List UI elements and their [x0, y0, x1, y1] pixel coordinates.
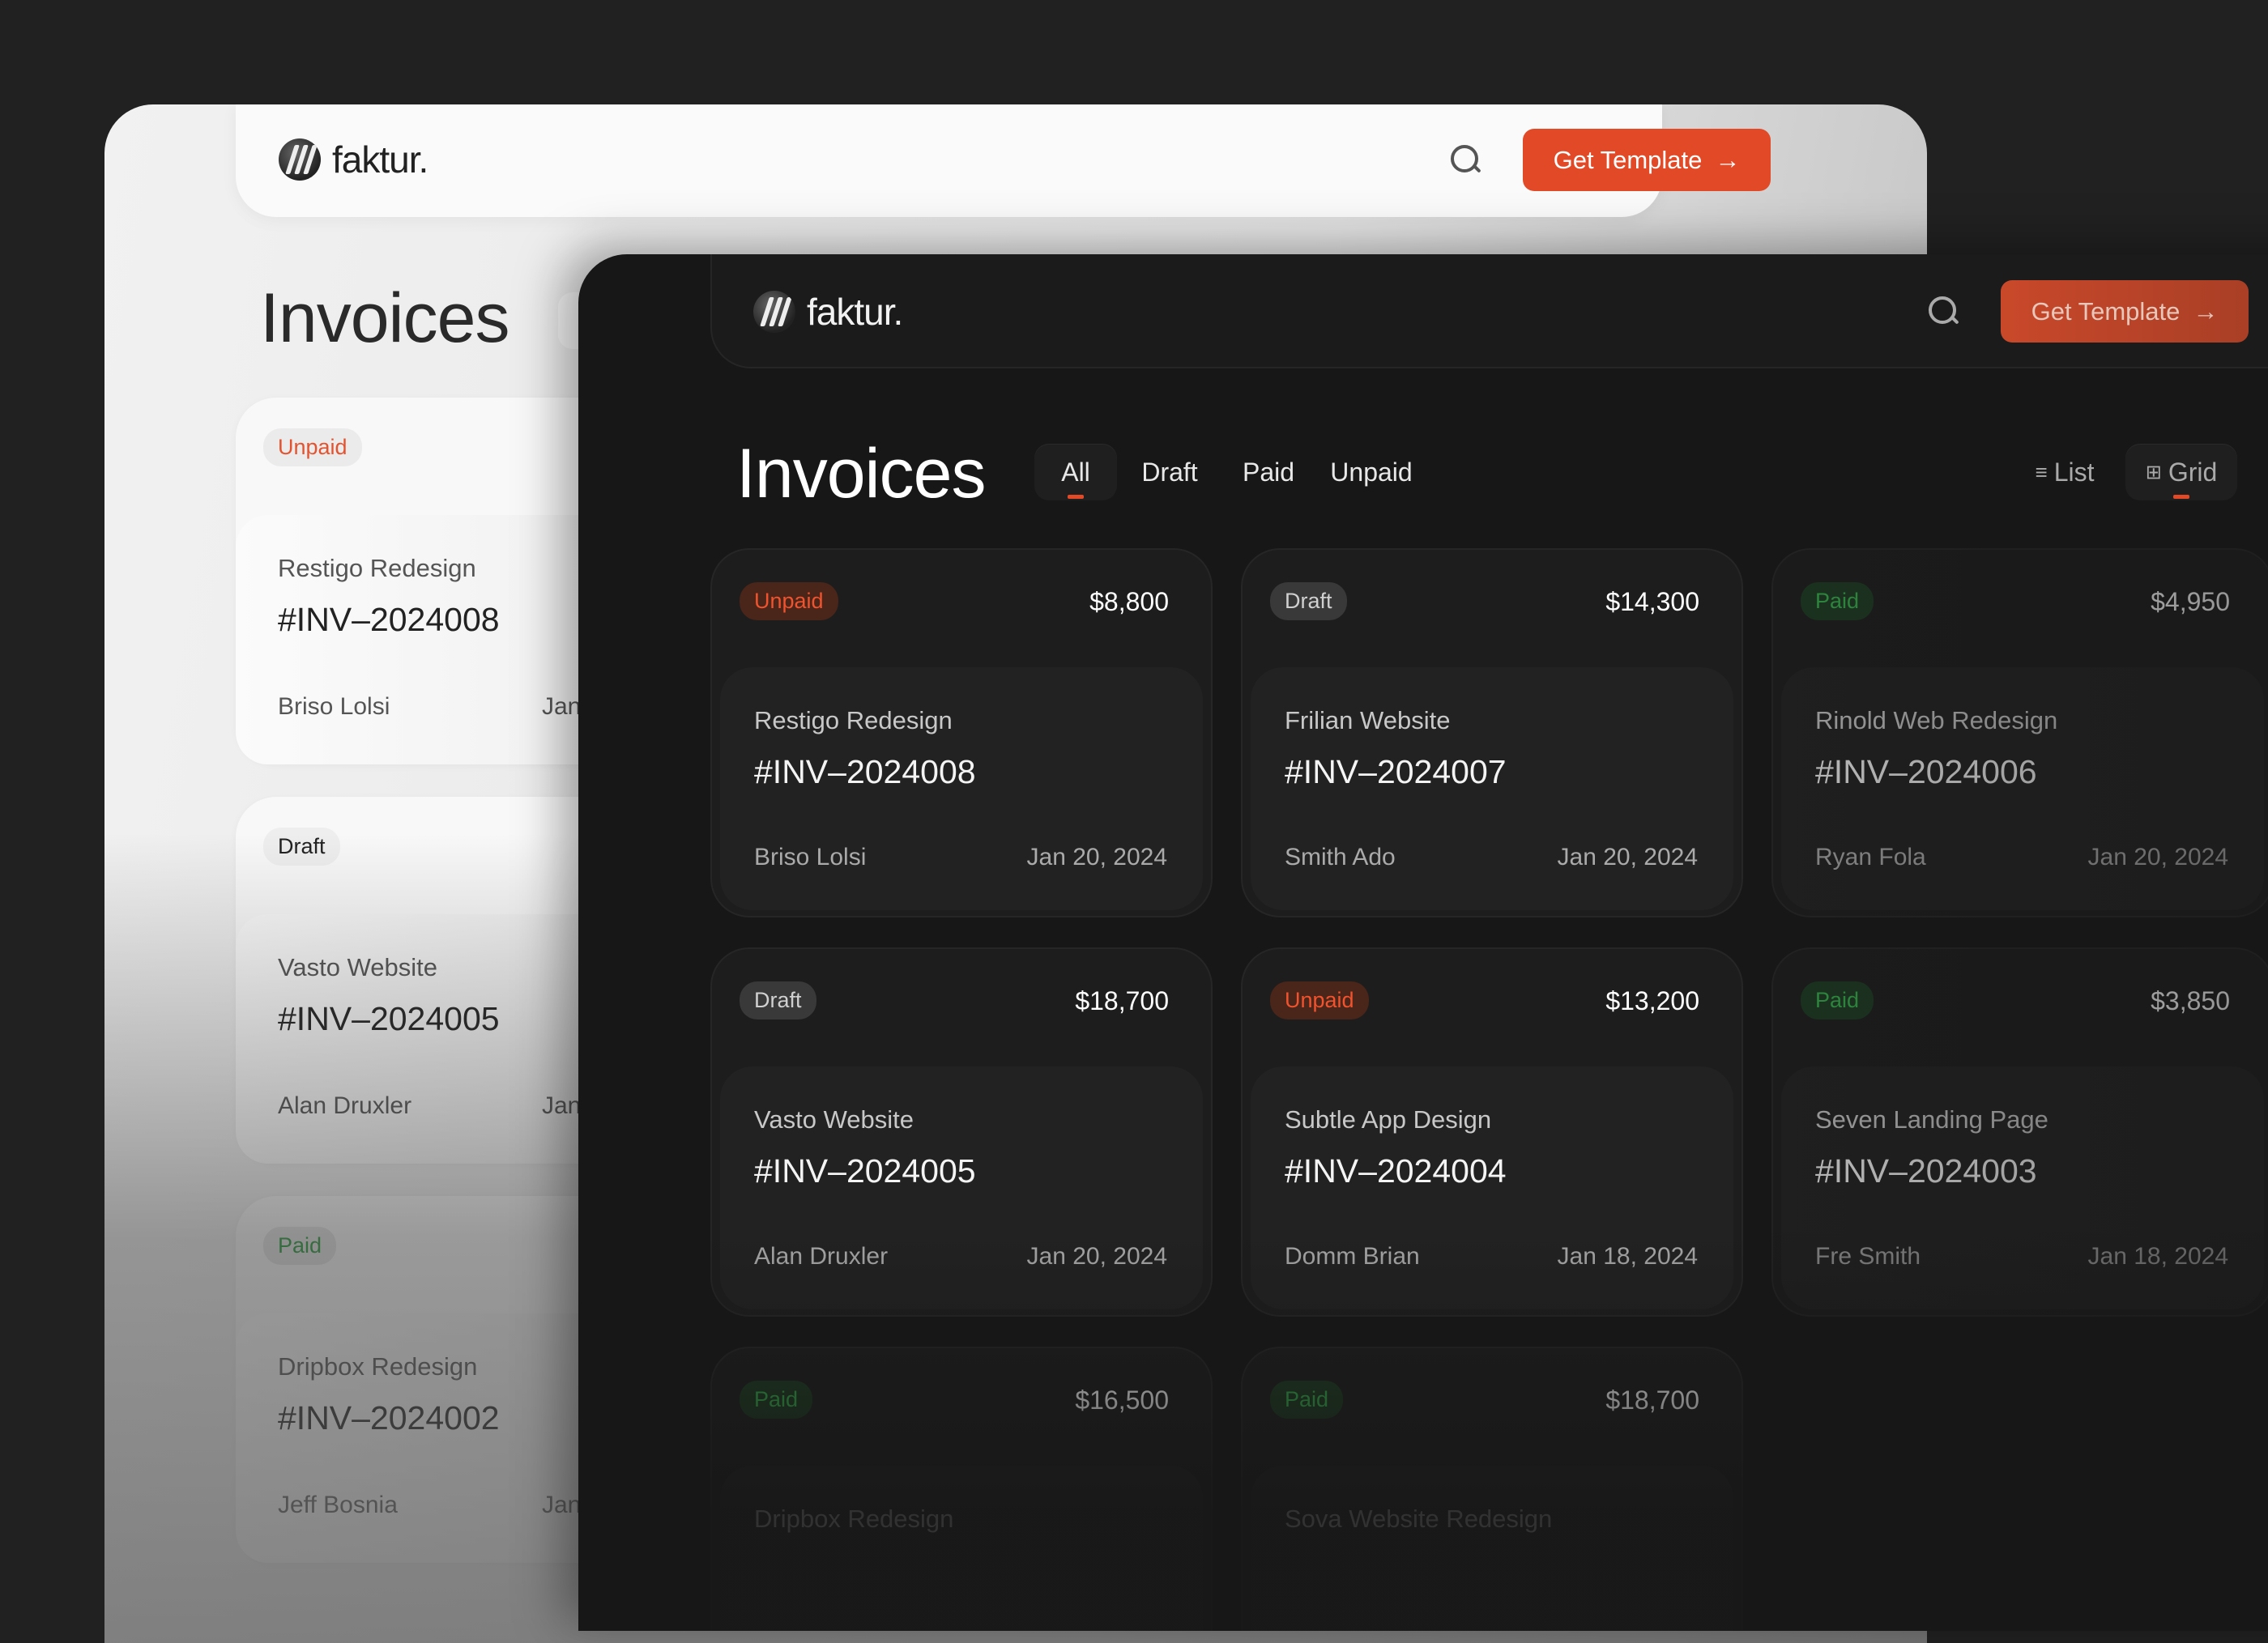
- view-toggle: ≡ List ⊞ Grid: [2020, 444, 2237, 500]
- client-name: Briso Lolsi: [278, 693, 390, 720]
- invoice-card[interactable]: Draft $14,300 Frilian Website #INV–20240…: [1241, 548, 1743, 917]
- invoice-amount: $14,300: [1605, 587, 1699, 616]
- project-name: Restigo Redesign: [278, 554, 476, 582]
- invoice-date: Jan 20, 2024: [1026, 844, 1167, 870]
- search-icon[interactable]: [1449, 143, 1481, 176]
- project-name: Frilian Website: [1285, 706, 1451, 734]
- grid-view-button[interactable]: ⊞ Grid: [2125, 444, 2237, 500]
- invoice-amount: $18,700: [1075, 986, 1169, 1015]
- client-name: Briso Lolsi: [754, 844, 867, 870]
- invoice-date: Jan 20, 2024: [1557, 844, 1698, 870]
- get-template-button[interactable]: Get Template →: [1523, 129, 1771, 191]
- invoice-amount: $8,800: [1089, 587, 1169, 616]
- tab-paid[interactable]: Paid: [1222, 444, 1315, 500]
- invoice-date: Jan: [542, 693, 582, 720]
- invoice-id: #INV–2024005: [754, 1152, 976, 1190]
- get-template-button[interactable]: Get Template →: [2001, 280, 2249, 343]
- list-view-button[interactable]: ≡ List: [2020, 444, 2109, 500]
- status-badge: Unpaid: [1270, 981, 1369, 1019]
- invoice-id: #INV–2024007: [1285, 753, 1507, 790]
- project-name: Subtle App Design: [1285, 1105, 1492, 1134]
- tab-all[interactable]: All: [1034, 444, 1117, 500]
- header: faktur. Get Template →: [710, 254, 2268, 368]
- client-name: Smith Ado: [1285, 844, 1396, 870]
- status-badge: Draft: [740, 981, 816, 1019]
- filter-tabs: All Draft Paid Unpaid: [1034, 444, 1428, 500]
- grid-icon: ⊞: [2145, 461, 2162, 483]
- status-badge: Unpaid: [740, 582, 838, 620]
- invoice-id: #INV–2024008: [754, 753, 976, 790]
- fade-overlay: [578, 1226, 2268, 1631]
- invoice-id: #INV–2024008: [278, 601, 500, 638]
- search-icon[interactable]: [1927, 295, 1959, 327]
- arrow-right-icon: →: [2193, 296, 2219, 326]
- header: faktur. Get Template →: [236, 104, 1771, 217]
- arrow-right-icon: →: [1715, 145, 1741, 174]
- status-badge: Draft: [1270, 582, 1347, 620]
- project-name: Restigo Redesign: [754, 706, 953, 734]
- dark-theme-window: faktur. Get Template → Invoices All Draft…: [578, 254, 2268, 1631]
- logo[interactable]: faktur.: [279, 138, 428, 181]
- tab-draft[interactable]: Draft: [1117, 444, 1222, 500]
- logo-icon: [753, 291, 795, 333]
- status-badge: Unpaid: [263, 428, 362, 466]
- list-icon: ≡: [2035, 459, 2048, 484]
- page-title: Invoices: [736, 435, 986, 513]
- invoice-id: #INV–2024004: [1285, 1152, 1507, 1190]
- logo-icon: [279, 138, 321, 181]
- invoice-card[interactable]: Unpaid $8,800 Restigo Redesign #INV–2024…: [710, 548, 1213, 917]
- project-name: Vasto Website: [754, 1105, 914, 1134]
- invoice-amount: $13,200: [1605, 986, 1699, 1015]
- tab-unpaid[interactable]: Unpaid: [1315, 444, 1428, 500]
- page-title: Invoices: [260, 279, 509, 357]
- logo[interactable]: faktur.: [753, 290, 903, 334]
